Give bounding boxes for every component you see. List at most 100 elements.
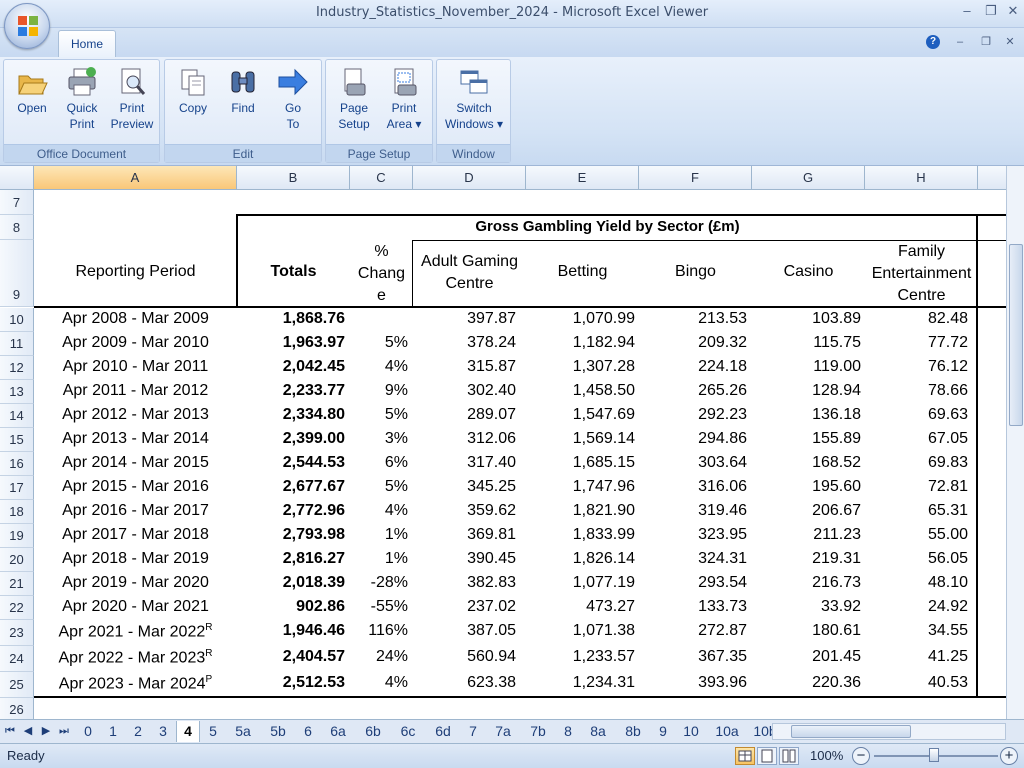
table-cell-bingo[interactable]: 393.96 (639, 674, 747, 700)
ribbon-close-button[interactable]: ✕ (1002, 34, 1018, 50)
table-cell-totals[interactable]: 2,399.00 (237, 430, 345, 454)
table-cell-casino[interactable]: 211.23 (752, 526, 861, 550)
restore-button[interactable]: ❐ (982, 3, 1000, 19)
table-cell-agc[interactable]: 315.87 (413, 358, 516, 382)
table-cell-totals[interactable]: 2,042.45 (237, 358, 345, 382)
help-icon[interactable]: ? (926, 35, 940, 49)
table-cell-period[interactable]: Apr 2011 - Mar 2012 (34, 382, 237, 406)
table-cell-bingo[interactable]: 316.06 (639, 478, 747, 502)
row-header[interactable]: 21 (0, 572, 34, 596)
table-cell-agc[interactable]: 317.40 (413, 454, 516, 478)
sheet-tab[interactable]: 10a (707, 721, 747, 742)
table-cell-betting[interactable]: 1,458.50 (526, 382, 635, 406)
table-cell-fec[interactable]: 69.63 (865, 406, 968, 430)
table-cell-period[interactable]: Apr 2019 - Mar 2020 (34, 574, 237, 598)
first-sheet-button[interactable]: ⏮ (3, 723, 17, 739)
sheet-tab[interactable]: 10 (676, 721, 706, 742)
table-cell-change[interactable]: 24% (350, 648, 408, 674)
horizontal-scrollbar[interactable] (772, 723, 1006, 740)
table-cell-fec[interactable]: 41.25 (865, 648, 968, 674)
zoom-level[interactable]: 100% (810, 748, 843, 763)
table-cell-agc[interactable]: 382.83 (413, 574, 516, 598)
table-cell-period[interactable]: Apr 2015 - Mar 2016 (34, 478, 237, 502)
zoom-slider-thumb[interactable] (929, 748, 939, 762)
open-button[interactable]: Open (8, 66, 56, 116)
table-cell-fec[interactable]: 55.00 (865, 526, 968, 550)
column-header-a[interactable]: A (34, 166, 237, 190)
column-header-f[interactable]: F (639, 166, 752, 190)
table-cell-casino[interactable]: 220.36 (752, 674, 861, 700)
table-cell-bingo[interactable]: 323.95 (639, 526, 747, 550)
page-break-view-button[interactable] (779, 747, 799, 765)
row-header[interactable]: 13 (0, 380, 34, 404)
table-cell-period[interactable]: Apr 2017 - Mar 2018 (34, 526, 237, 550)
table-cell-change[interactable]: 1% (350, 526, 408, 550)
table-cell-fec[interactable]: 78.66 (865, 382, 968, 406)
table-cell-bingo[interactable]: 293.54 (639, 574, 747, 598)
sheet-tab[interactable]: 6c (391, 721, 425, 742)
table-cell-casino[interactable]: 128.94 (752, 382, 861, 406)
column-header-i[interactable] (978, 166, 1006, 190)
quick-print-button[interactable]: Quick Print (58, 66, 106, 132)
minimize-button[interactable]: – (958, 3, 976, 19)
table-cell-change[interactable]: 5% (350, 406, 408, 430)
ribbon-minimize-button[interactable]: – (952, 34, 968, 50)
go-to-button[interactable]: Go To (269, 66, 317, 132)
row-header[interactable]: 22 (0, 596, 34, 620)
table-cell-change[interactable]: 5% (350, 334, 408, 358)
table-cell-fec[interactable]: 82.48 (865, 310, 968, 334)
select-all-corner[interactable] (0, 166, 34, 190)
spreadsheet-grid[interactable]: A B C D E F G H 7 8 9 10 11 12 13 14 15 16 17 18… (0, 166, 1006, 719)
table-cell-betting[interactable]: 1,077.19 (526, 574, 635, 598)
table-cell-agc[interactable]: 359.62 (413, 502, 516, 526)
column-header-e[interactable]: E (526, 166, 639, 190)
table-cell-totals[interactable]: 2,018.39 (237, 574, 345, 598)
table-cell-agc[interactable]: 345.25 (413, 478, 516, 502)
table-cell-bingo[interactable]: 133.73 (639, 598, 747, 622)
table-cell-totals[interactable]: 2,334.80 (237, 406, 345, 430)
table-cell-totals[interactable]: 2,544.53 (237, 454, 345, 478)
table-cell-period[interactable]: Apr 2023 - Mar 2024P (34, 674, 237, 700)
tab-home[interactable]: Home (58, 30, 116, 58)
table-cell-betting[interactable]: 1,307.28 (526, 358, 635, 382)
print-area-button[interactable]: Print Area ▾ (380, 66, 428, 132)
row-header[interactable]: 7 (0, 190, 34, 215)
sheet-tab[interactable]: 6 (296, 721, 320, 742)
table-cell-betting[interactable]: 1,685.15 (526, 454, 635, 478)
switch-windows-button[interactable]: Switch Windows ▾ (441, 66, 507, 132)
sheet-tab[interactable]: 2 (126, 721, 150, 742)
table-cell-agc[interactable]: 302.40 (413, 382, 516, 406)
table-cell-period[interactable]: Apr 2016 - Mar 2017 (34, 502, 237, 526)
table-cell-bingo[interactable]: 292.23 (639, 406, 747, 430)
table-cell-totals[interactable]: 2,233.77 (237, 382, 345, 406)
row-header[interactable]: 12 (0, 356, 34, 380)
sheet-tab[interactable]: 0 (76, 721, 100, 742)
row-header[interactable]: 23 (0, 620, 34, 646)
table-cell-totals[interactable]: 1,868.76 (237, 310, 345, 334)
table-cell-bingo[interactable]: 224.18 (639, 358, 747, 382)
table-cell-totals[interactable]: 2,512.53 (237, 674, 345, 700)
table-cell-agc[interactable]: 378.24 (413, 334, 516, 358)
table-cell-betting[interactable]: 1,070.99 (526, 310, 635, 334)
row-header[interactable]: 19 (0, 524, 34, 548)
table-cell-fec[interactable]: 56.05 (865, 550, 968, 574)
table-cell-totals[interactable]: 902.86 (237, 598, 345, 622)
table-cell-betting[interactable]: 1,071.38 (526, 622, 635, 648)
row-header[interactable]: 24 (0, 646, 34, 672)
table-cell-betting[interactable]: 1,233.57 (526, 648, 635, 674)
table-cell-casino[interactable]: 219.31 (752, 550, 861, 574)
table-cell-change[interactable]: 6% (350, 454, 408, 478)
table-cell-casino[interactable]: 195.60 (752, 478, 861, 502)
table-cell-bingo[interactable]: 265.26 (639, 382, 747, 406)
table-cell-change[interactable]: 4% (350, 502, 408, 526)
table-cell-bingo[interactable]: 209.32 (639, 334, 747, 358)
table-cell-change[interactable]: -55% (350, 598, 408, 622)
table-cell-casino[interactable]: 216.73 (752, 574, 861, 598)
table-cell-period[interactable]: Apr 2012 - Mar 2013 (34, 406, 237, 430)
row-header[interactable]: 11 (0, 332, 34, 356)
table-cell-bingo[interactable]: 272.87 (639, 622, 747, 648)
horizontal-scroll-thumb[interactable] (791, 725, 911, 738)
table-cell-period[interactable]: Apr 2022 - Mar 2023R (34, 648, 237, 674)
row-header[interactable]: 17 (0, 476, 34, 500)
sheet-tab[interactable]: 9 (651, 721, 675, 742)
